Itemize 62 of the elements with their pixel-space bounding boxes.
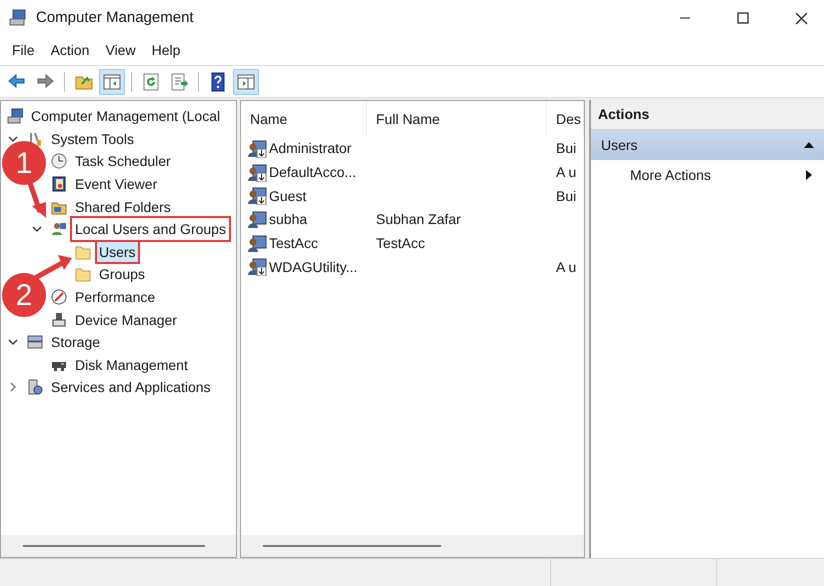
table-cell-text: Guest (269, 186, 306, 206)
computer-icon (9, 9, 27, 27)
table-cell: A u (556, 164, 576, 180)
tools-icon (27, 130, 43, 147)
arrow (28, 182, 46, 218)
pane-icon (236, 72, 256, 92)
tree-item[interactable]: Computer Management (Local (29, 106, 222, 126)
users-icon (51, 221, 67, 238)
table-cell: Bui (556, 140, 576, 156)
tree-item[interactable]: Services and Applications (49, 377, 213, 398)
pane-icon (102, 72, 122, 92)
gauge-icon (51, 289, 67, 306)
actions-section[interactable]: Users (591, 130, 824, 160)
tree-item[interactable]: Users (97, 242, 138, 262)
table-cell: A u (556, 258, 576, 275)
table-cell: TestAcc (376, 235, 426, 252)
tree-item[interactable]: Performance (73, 287, 158, 308)
device-icon (51, 312, 67, 328)
tree-item[interactable]: Storage (49, 332, 102, 352)
submenu-arrow-icon (806, 170, 812, 180)
section-label: Users (601, 136, 639, 154)
scrollbar-thumb[interactable] (263, 545, 441, 547)
menu-item[interactable]: File (4, 38, 43, 64)
folder-icon (75, 244, 91, 260)
tree-item[interactable]: Device Manager (73, 310, 179, 330)
server-icon (27, 379, 43, 396)
computer-icon (7, 108, 23, 124)
table-cell-text: WDAGUtility... (269, 258, 358, 277)
maximize-icon (737, 12, 749, 24)
column-header[interactable]: Full Name (367, 101, 547, 137)
menu-item[interactable]: Action (42, 38, 98, 64)
tree-item[interactable]: Groups (97, 264, 147, 284)
export-icon (169, 72, 189, 92)
arrow (34, 255, 72, 280)
scrollbar-thumb[interactable] (23, 545, 205, 547)
table-cell-text: DefaultAcco... (269, 163, 356, 182)
action-item[interactable]: More Actions (591, 160, 824, 190)
menu-item[interactable]: View (97, 38, 144, 64)
menu-item[interactable]: Help (144, 38, 188, 64)
column-header[interactable]: Name (241, 101, 367, 137)
table-cell: Subhan Zafar (376, 211, 461, 228)
storage-icon (27, 334, 43, 350)
refresh-icon (141, 72, 161, 92)
window-title: Computer Management (36, 8, 194, 28)
table-cell: Bui (556, 188, 576, 204)
tree-item[interactable]: Task Scheduler (73, 151, 173, 172)
column-header[interactable]: Des (547, 101, 584, 137)
table-cell-text: subha (269, 210, 308, 230)
tree-item[interactable]: Event Viewer (73, 174, 160, 194)
tree-item[interactable]: System Tools (49, 128, 136, 149)
table-cell-text: Administrator (269, 139, 352, 158)
table-cell-text: TestAcc (269, 234, 318, 254)
clock-icon (51, 153, 67, 170)
tree-item[interactable]: Disk Management (73, 354, 190, 375)
folder-icon (75, 266, 91, 282)
tree-item[interactable]: Local Users and Groups (73, 219, 228, 240)
pane-button[interactable] (233, 68, 259, 94)
pane-button[interactable] (99, 68, 125, 94)
log-book-icon (51, 176, 67, 192)
tree-item[interactable]: Shared Folders (73, 196, 173, 217)
actions-header: Actions (591, 100, 824, 130)
close-icon (794, 12, 808, 24)
